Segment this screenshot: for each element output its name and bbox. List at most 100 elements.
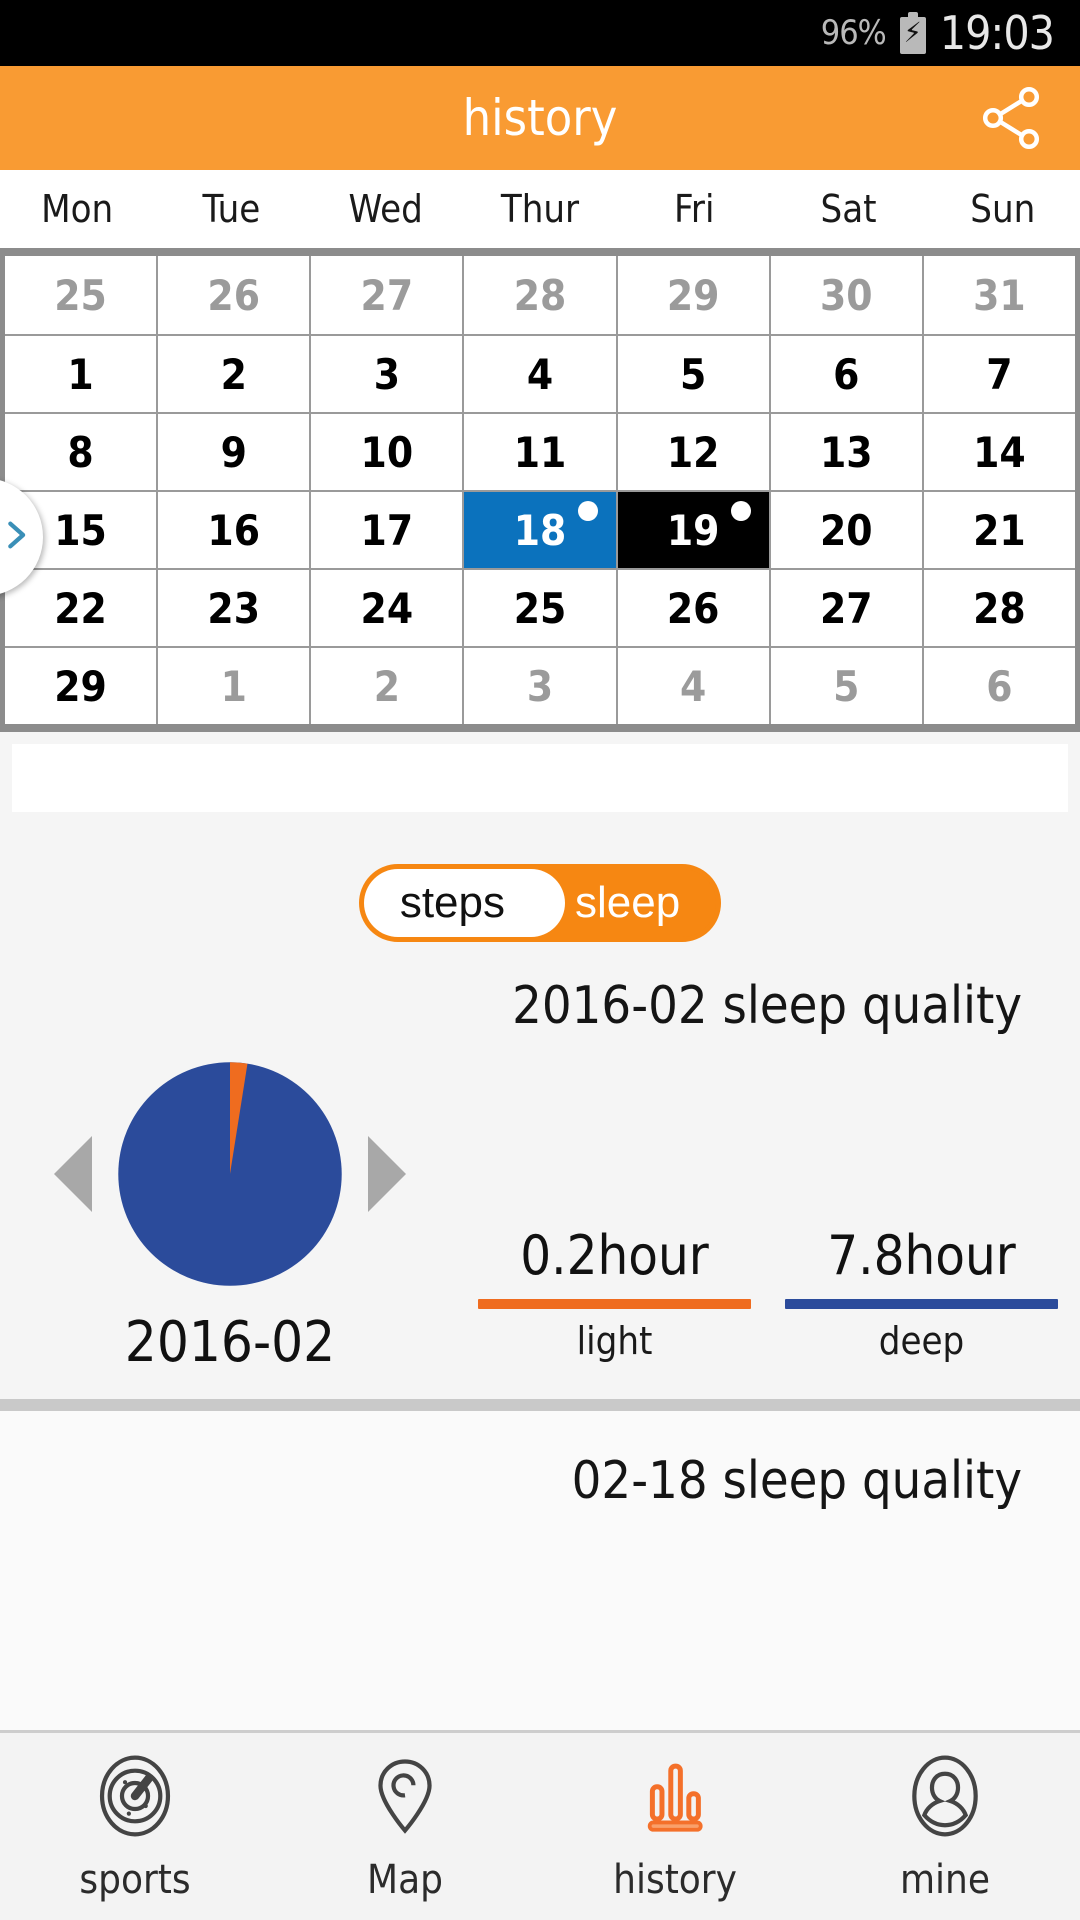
calendar-week-row: 22 23 24 25 26 27 28 (5, 568, 1075, 646)
triangle-left-icon[interactable] (54, 1136, 92, 1212)
calendar-day-cell[interactable]: 13 (768, 414, 922, 490)
calendar-day-cell[interactable]: 6 (768, 336, 922, 412)
calendar-day-label: 4 (526, 349, 554, 399)
calendar-day-cell[interactable]: 4 (462, 336, 616, 412)
calendar-day-cell[interactable]: 14 (921, 414, 1075, 490)
calendar-day-cell[interactable]: 7 (921, 336, 1075, 412)
calendar-day-label: 22 (54, 583, 107, 633)
calendar-day-cell[interactable]: 10 (309, 414, 463, 490)
calendar-day-cell[interactable]: 24 (309, 570, 463, 646)
calendar-day-label: 2 (373, 661, 400, 711)
summary-placeholder-panel (12, 744, 1068, 812)
nav-label-sports: sports (79, 1857, 191, 1903)
metric-toggle[interactable]: steps sleep (358, 864, 722, 942)
toggle-option-steps[interactable]: steps (363, 869, 565, 937)
weekday-mon: Mon (41, 187, 114, 231)
month-sleep-stats: 0.2hour light 7.8hour deep (460, 1224, 1080, 1363)
battery-charging-icon: ⚡ (898, 12, 928, 54)
calendar-day-label: 8 (67, 427, 94, 477)
nav-item-sports[interactable]: sports (0, 1750, 270, 1903)
triangle-right-icon[interactable] (368, 1136, 406, 1212)
calendar-day-label: 26 (207, 270, 260, 320)
month-pie-column: 2016-02 (0, 1060, 460, 1375)
calendar-day-label: 15 (54, 505, 107, 555)
calendar-day-cell[interactable]: 26 (615, 570, 769, 646)
calendar-day-cell[interactable]: 8 (5, 414, 157, 490)
calendar-day-cell[interactable]: 30 (768, 256, 922, 334)
calendar-day-cell[interactable]: 12 (615, 414, 769, 490)
calendar-day-cell[interactable]: 28 (462, 256, 616, 334)
stat-deep: 7.8hour deep (785, 1227, 1058, 1363)
weekday-fri: Fri (674, 187, 715, 231)
calendar-day-cell[interactable]: 25 (462, 570, 616, 646)
share-icon[interactable] (972, 79, 1050, 157)
calendar-day-label: 1 (67, 349, 94, 399)
calendar-day-cell[interactable]: 1 (5, 336, 157, 412)
calendar-day-label: 18 (513, 505, 567, 555)
calendar-day-cell[interactable]: 20 (768, 492, 922, 568)
calendar-day-label: 25 (54, 270, 107, 320)
calendar-day-cell[interactable]: 11 (462, 414, 616, 490)
metric-toggle-wrap: steps sleep (0, 864, 1080, 942)
calendar-day-cell[interactable]: 6 (921, 648, 1075, 724)
calendar-day-cell[interactable]: 16 (156, 492, 310, 568)
calendar-day-cell[interactable]: 5 (615, 336, 769, 412)
calendar-day-label: 6 (986, 661, 1013, 711)
calendar-day-cell[interactable]: 23 (156, 570, 310, 646)
calendar-day-label: 27 (819, 583, 873, 633)
calendar-day-label: 27 (360, 270, 414, 320)
nav-item-mine[interactable]: mine (810, 1750, 1080, 1903)
calendar-day-cell[interactable]: 28 (921, 570, 1075, 646)
calendar-day-label: 13 (819, 427, 873, 477)
calendar-day-cell[interactable]: 25 (5, 256, 157, 334)
nav-item-map[interactable]: Map (270, 1750, 540, 1903)
calendar-day-cell[interactable]: 27 (309, 256, 463, 334)
weekday-sun: Sun (970, 187, 1036, 231)
calendar-day-cell[interactable]: 26 (156, 256, 310, 334)
stat-light: 0.2hour light (478, 1224, 751, 1363)
calendar-day-label: 25 (513, 583, 567, 633)
stat-light-value: 0.2hour (520, 1224, 709, 1287)
calendar-day-cell[interactable]: 31 (921, 256, 1075, 334)
calendar-day-label: 26 (666, 583, 720, 633)
chevron-right-icon (0, 513, 33, 562)
calendar-day-label: 12 (666, 427, 720, 477)
calendar-day-cell[interactable]: 2 (156, 336, 310, 412)
calendar-day-cell[interactable]: 21 (921, 492, 1075, 568)
calendar-day-cell[interactable]: 3 (309, 336, 463, 412)
calendar-day-cell[interactable]: 29 (615, 256, 769, 334)
calendar-day-cell[interactable]: 18 (462, 492, 616, 568)
calendar-day-cell[interactable]: 19 (615, 492, 769, 568)
calendar-day-cell[interactable]: 1 (156, 648, 310, 724)
calendar-day-cell[interactable]: 17 (309, 492, 463, 568)
calendar-day-cell[interactable]: 9 (156, 414, 310, 490)
calendar-day-label: 4 (679, 661, 707, 711)
nav-item-history[interactable]: history (540, 1750, 810, 1903)
weekday-thur: Thur (500, 187, 580, 231)
day-activity-dot (577, 501, 598, 521)
weekday-tue: Tue (202, 187, 261, 231)
sleep-pie-chart (116, 1060, 344, 1288)
calendar-day-label: 31 (973, 270, 1026, 320)
calendar-day-cell[interactable]: 22 (5, 570, 157, 646)
bottom-navigation: sports Map history mine (0, 1730, 1080, 1920)
calendar-day-label: 23 (207, 583, 260, 633)
app-root: 96% ⚡ 19:03 history Mon Tue Wed Thur Fri… (0, 0, 1080, 1920)
section-divider (0, 1399, 1080, 1411)
day-sleep-title: 02-18 sleep quality (571, 1451, 1022, 1511)
calendar-day-label: 28 (513, 270, 567, 320)
calendar-grid: 25 26 27 28 29 30 31 1 2 3 4 5 6 7 8 9 10 11 12 13 14 15 16 17 1… (0, 248, 1080, 732)
calendar-day-cell[interactable]: 5 (768, 648, 922, 724)
page-title: history (462, 89, 618, 147)
calendar-day-label: 14 (973, 427, 1026, 477)
calendar-day-cell[interactable]: 4 (615, 648, 769, 724)
calendar-day-label: 24 (360, 583, 414, 633)
calendar-day-cell[interactable]: 29 (5, 648, 157, 724)
calendar-day-cell[interactable]: 2 (309, 648, 463, 724)
calendar-day-label: 10 (360, 427, 414, 477)
weekday-sat: Sat (820, 187, 877, 231)
calendar-day-label: 29 (54, 661, 107, 711)
calendar-day-label: 7 (986, 349, 1013, 399)
calendar-day-cell[interactable]: 3 (462, 648, 616, 724)
calendar-day-cell[interactable]: 27 (768, 570, 922, 646)
